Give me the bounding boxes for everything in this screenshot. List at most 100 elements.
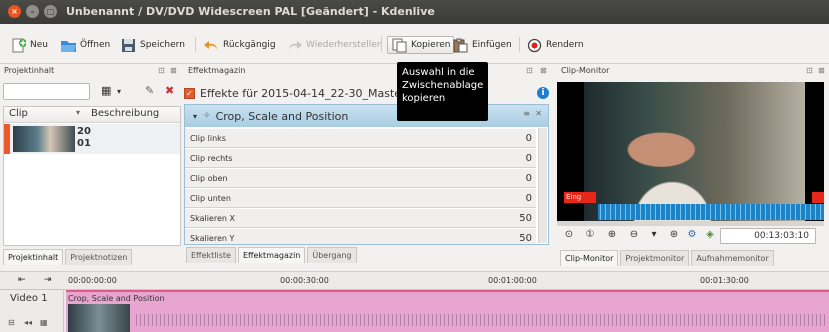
tab-effektliste[interactable]: Effektliste xyxy=(186,247,236,263)
timeline-area: Video 1 ⊟ ◂◂ ▦ Crop, Scale and Position xyxy=(0,290,829,332)
paste-button[interactable]: Einfügen xyxy=(452,36,512,54)
redo-label: Wiederherstellen xyxy=(306,40,383,50)
open-label: Öffnen xyxy=(80,40,111,50)
clip-name-line1: 20 xyxy=(77,126,91,137)
param-row[interactable]: Clip links 0 xyxy=(185,129,536,148)
float-icon[interactable]: ⊡ xyxy=(158,66,165,75)
param-value[interactable]: 0 xyxy=(526,193,532,204)
close-icon[interactable]: ⊠ xyxy=(170,66,177,75)
info-icon[interactable]: i xyxy=(537,87,549,99)
param-row[interactable]: Clip oben 0 xyxy=(185,169,536,188)
timecode-field[interactable]: 00:13:03:10 xyxy=(720,228,816,244)
param-value[interactable]: 50 xyxy=(519,233,532,244)
tick-label: 00:00:30:00 xyxy=(280,276,329,285)
render-label: Rendern xyxy=(546,40,584,50)
float-icon[interactable]: ⊡ xyxy=(526,66,533,75)
param-row[interactable]: Skalieren Y 50 xyxy=(185,229,536,244)
timeline-clip[interactable]: Crop, Scale and Position xyxy=(66,290,829,332)
minimize-icon[interactable]: – xyxy=(26,5,39,18)
play-icon[interactable]: ⊕ xyxy=(606,229,618,241)
menu-icon[interactable]: ≡ xyxy=(523,109,530,118)
tab-uebergang[interactable]: Übergang xyxy=(307,247,357,263)
column-description[interactable]: Beschreibung xyxy=(91,108,159,119)
param-label: Skalieren Y xyxy=(190,233,235,243)
close-icon[interactable]: ⊠ xyxy=(540,66,547,75)
step-back-icon[interactable]: ① xyxy=(584,229,596,241)
save-label: Speichern xyxy=(140,40,185,50)
redo-button[interactable]: Wiederherstellen xyxy=(286,36,382,54)
close-icon[interactable]: × xyxy=(8,5,21,18)
paste-icon xyxy=(452,37,469,54)
speaker-icon[interactable]: ◂◂ xyxy=(24,318,32,327)
zoom-out-icon[interactable]: ⇤ xyxy=(18,275,26,285)
copy-button[interactable]: Kopieren xyxy=(387,36,455,54)
param-label: Skalieren X xyxy=(190,213,235,223)
tab-effektmagazin[interactable]: Effektmagazin xyxy=(237,247,306,263)
render-button[interactable]: Rendern xyxy=(526,36,584,54)
rewind-icon[interactable]: ⊙ xyxy=(563,229,575,241)
effect-icon: ✧ xyxy=(203,111,211,121)
close-effect-icon[interactable]: ✕ xyxy=(535,109,542,118)
param-row[interactable]: Skalieren X 50 xyxy=(185,209,536,228)
new-button[interactable]: Neu xyxy=(10,36,48,54)
video-frame xyxy=(584,82,805,223)
undo-button[interactable]: Rückgängig xyxy=(203,36,276,54)
timeline-clip-thumbnail xyxy=(68,304,130,332)
timeline-clip-label: Crop, Scale and Position xyxy=(68,294,165,303)
close-icon[interactable]: ⊠ xyxy=(818,66,825,75)
param-row[interactable]: Clip rechts 0 xyxy=(185,149,536,168)
undo-label: Rückgängig xyxy=(223,40,276,50)
audio-waveform xyxy=(598,204,824,220)
copy-label: Kopieren xyxy=(411,40,451,50)
folder-open-icon xyxy=(60,37,77,54)
effect-stack-title-row: ✓ Effekte für 2015-04-14_22-30_Maste xyxy=(184,83,401,103)
column-clip[interactable]: Clip xyxy=(9,108,28,119)
chevron-down-icon[interactable]: ▾ xyxy=(117,87,121,96)
tab-clip-monitor[interactable]: Clip-Monitor xyxy=(560,250,619,266)
param-label: Clip unten xyxy=(190,193,231,203)
zoom-icon[interactable]: ⚙ xyxy=(686,229,698,241)
clip-thumbnail xyxy=(13,126,75,152)
param-value[interactable]: 0 xyxy=(526,133,532,144)
effect-title-bar[interactable]: ▾ ✧ Crop, Scale and Position ≡ ✕ xyxy=(185,105,548,127)
effect-tabs: Effektliste Effektmagazin Übergang xyxy=(186,247,359,263)
tab-projektnotizen[interactable]: Projektnotizen xyxy=(65,249,133,265)
video-icon[interactable]: ▦ xyxy=(40,318,48,327)
param-value[interactable]: 0 xyxy=(526,153,532,164)
undo-icon xyxy=(203,37,220,54)
add-clip-icon[interactable]: ▦ xyxy=(101,84,111,97)
forward-icon[interactable]: ⊛ xyxy=(668,229,680,241)
save-button[interactable]: Speichern xyxy=(120,36,185,54)
tab-projektmonitor[interactable]: Projektmonitor xyxy=(620,250,690,266)
search-input[interactable] xyxy=(3,83,90,100)
enable-effects-checkbox[interactable]: ✓ xyxy=(184,87,195,99)
effect-scrollbar[interactable] xyxy=(538,128,547,243)
paste-label: Einfügen xyxy=(472,40,512,50)
title-bar: × – □ Unbenannt / DV/DVD Widescreen PAL … xyxy=(0,0,829,24)
zoom-in-icon[interactable]: ⇥ xyxy=(44,275,52,285)
audio-icon[interactable]: ◈ xyxy=(704,229,716,241)
tab-projektinhalt[interactable]: Projektinhalt xyxy=(3,249,64,265)
param-row[interactable]: Clip unten 0 xyxy=(185,189,536,208)
param-value[interactable]: 0 xyxy=(526,173,532,184)
out-point-marker[interactable] xyxy=(812,192,824,203)
in-point-marker[interactable]: Eing xyxy=(564,192,596,203)
open-button[interactable]: Öffnen xyxy=(60,36,110,54)
maximize-icon[interactable]: □ xyxy=(44,5,57,18)
collapse-icon[interactable]: ▾ xyxy=(193,112,197,121)
timeline-ruler[interactable]: ⇤ ⇥ 00:00:00:00 00:00:30:00 00:01:00:00 … xyxy=(0,271,829,290)
delete-icon[interactable]: ✖ xyxy=(165,84,174,97)
param-value[interactable]: 50 xyxy=(519,213,532,224)
clip-row[interactable]: 20 01 xyxy=(4,124,180,154)
chevron-down-icon[interactable]: ▾ xyxy=(648,229,660,241)
clip-monitor-screen[interactable] xyxy=(557,82,824,223)
tab-aufnahmemonitor[interactable]: Aufnahmemonitor xyxy=(691,250,774,266)
sort-icon[interactable]: ▾ xyxy=(76,108,80,117)
toolbar-separator xyxy=(519,37,520,52)
toolbar-separator xyxy=(195,37,196,52)
lock-icon[interactable]: ⊟ xyxy=(8,318,15,327)
monitor-ruler[interactable] xyxy=(557,221,824,226)
float-icon[interactable]: ⊡ xyxy=(806,66,813,75)
edit-icon[interactable]: ✎ xyxy=(145,84,154,97)
step-forward-icon[interactable]: ⊖ xyxy=(628,229,640,241)
